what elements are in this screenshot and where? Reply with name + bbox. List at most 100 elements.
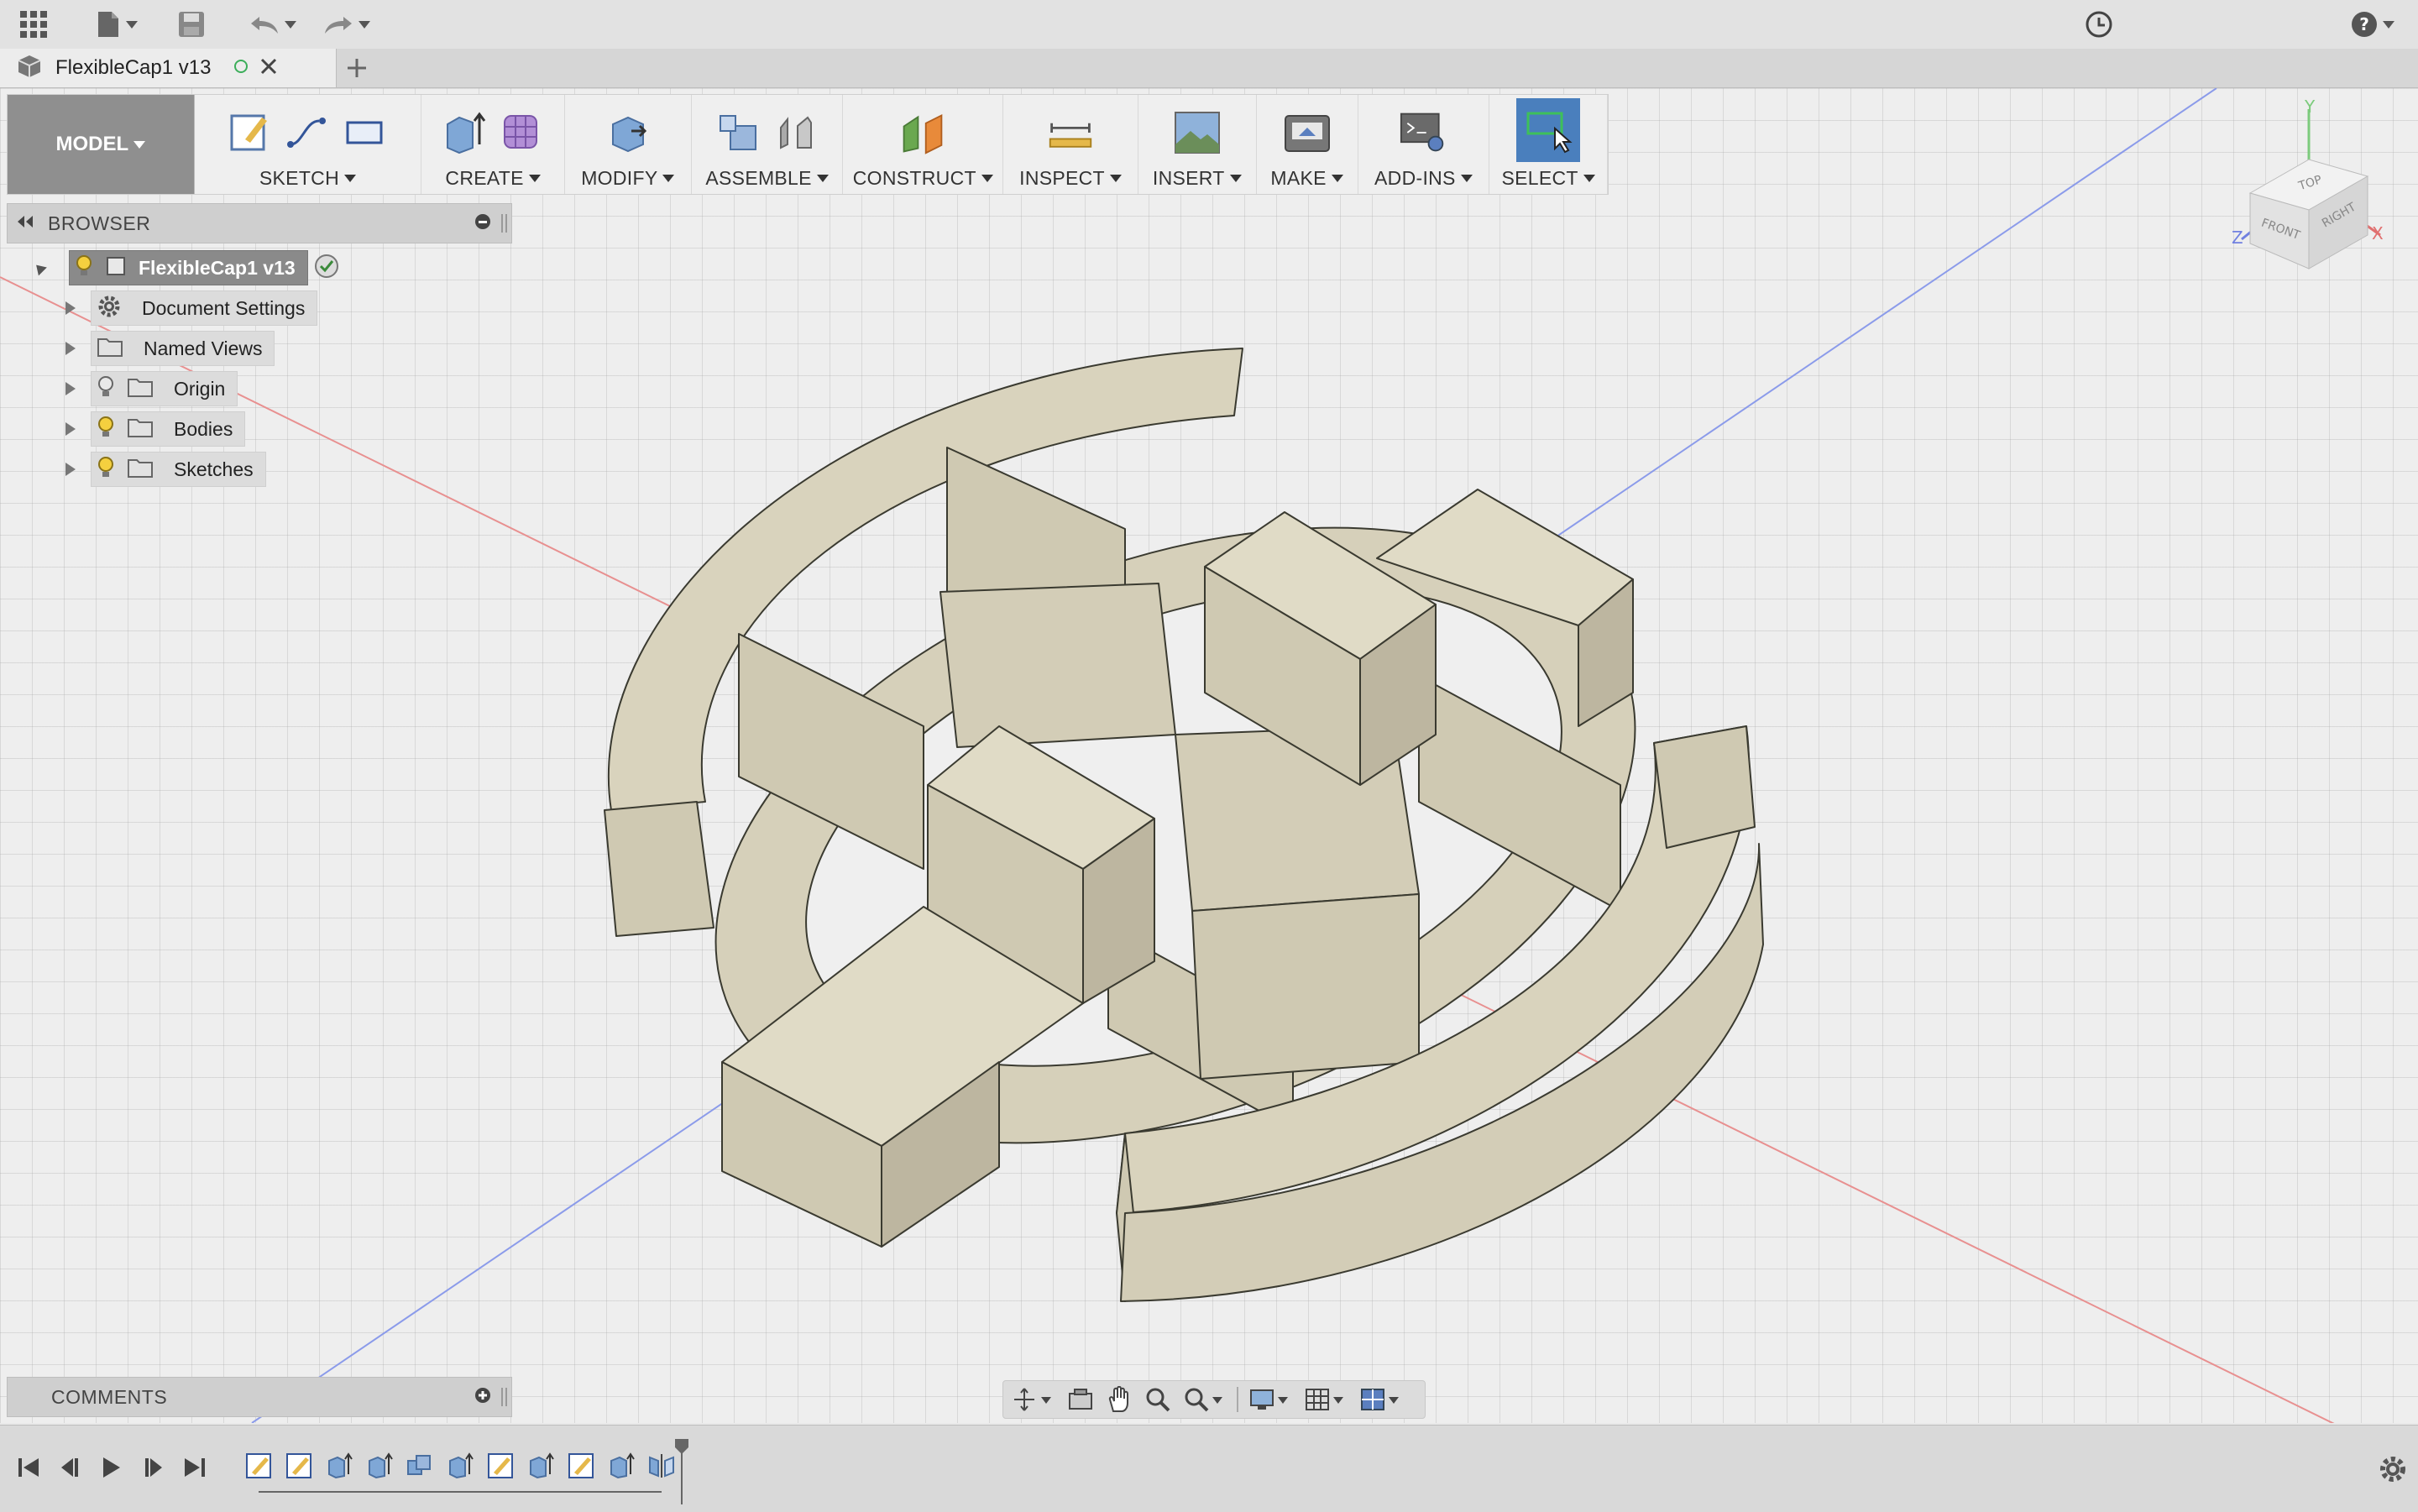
browser-item-label: Origin xyxy=(174,377,226,400)
line-tool-icon[interactable] xyxy=(284,109,331,156)
timeline-bar xyxy=(0,1425,2418,1512)
play-icon[interactable] xyxy=(94,1451,128,1484)
browser-item-label: Document Settings xyxy=(142,296,306,319)
browser-item-named-views[interactable]: Named Views xyxy=(65,331,275,366)
timeline-combine-icon[interactable] xyxy=(405,1451,435,1481)
document-tab[interactable]: FlexibleCap1 v13 xyxy=(0,49,337,87)
sketch-group[interactable]: SKETCH xyxy=(195,95,422,194)
root-node[interactable]: FlexibleCap1 v13 xyxy=(69,250,308,285)
measure-icon[interactable] xyxy=(1047,109,1094,156)
visibility-bulb-icon[interactable] xyxy=(97,416,115,443)
help-icon[interactable]: ? xyxy=(2346,8,2400,40)
timeline-marker[interactable] xyxy=(675,1439,688,1504)
document-settings-node[interactable]: Document Settings xyxy=(91,290,318,326)
app-grid-icon[interactable] xyxy=(15,8,52,40)
active-check-icon[interactable] xyxy=(313,253,340,284)
assemble-group[interactable]: ASSEMBLE xyxy=(692,95,844,194)
orbit-icon[interactable] xyxy=(1010,1384,1057,1415)
named-views-node[interactable]: Named Views xyxy=(91,331,275,366)
create-group[interactable]: CREATE xyxy=(421,95,565,194)
timeline-extrude-icon[interactable] xyxy=(606,1451,636,1481)
browser-item-origin[interactable]: Origin xyxy=(65,371,238,406)
inspect-group[interactable]: INSPECT xyxy=(1003,95,1138,194)
timeline-sketch-icon[interactable] xyxy=(566,1451,596,1481)
browser-item-bodies[interactable]: Bodies xyxy=(65,411,246,447)
browser-minimize-icon[interactable] xyxy=(474,213,491,234)
timeline-sketch-icon[interactable] xyxy=(485,1451,516,1481)
make-group[interactable]: MAKE xyxy=(1257,95,1358,194)
expand-icon[interactable] xyxy=(65,422,76,436)
expand-icon[interactable] xyxy=(65,342,76,355)
insert-image-icon[interactable] xyxy=(1174,109,1221,156)
browser-panel-header[interactable]: BROWSER xyxy=(7,203,512,243)
create-form-icon[interactable] xyxy=(498,109,545,156)
collapse-browser-icon[interactable] xyxy=(16,215,34,232)
viewcube-x-label: X xyxy=(2372,223,2384,243)
select-tool-icon[interactable] xyxy=(1516,98,1581,162)
undo-icon[interactable] xyxy=(243,8,302,40)
insert-group[interactable]: INSERT xyxy=(1138,95,1257,194)
comments-panel-header[interactable]: COMMENTS xyxy=(7,1377,512,1417)
add-ins-group-label: ADD-INS xyxy=(1374,167,1473,190)
press-pull-icon[interactable] xyxy=(604,109,652,156)
sketches-node[interactable]: Sketches xyxy=(91,452,266,487)
create-sketch-icon[interactable] xyxy=(227,109,274,156)
pan-hand-icon[interactable] xyxy=(1104,1384,1134,1415)
construct-group[interactable]: CONSTRUCT xyxy=(843,95,1004,194)
zoom-icon[interactable] xyxy=(1143,1384,1173,1415)
folder-icon xyxy=(127,376,154,402)
bodies-node[interactable]: Bodies xyxy=(91,411,246,447)
add-comment-icon[interactable] xyxy=(474,1387,491,1408)
visibility-bulb-icon[interactable] xyxy=(97,456,115,484)
redo-icon[interactable] xyxy=(317,8,376,40)
new-component-icon[interactable] xyxy=(715,109,762,156)
origin-node[interactable]: Origin xyxy=(91,371,238,406)
timeline-settings-gear-icon[interactable] xyxy=(2376,1452,2410,1486)
expand-icon[interactable] xyxy=(65,382,76,395)
timeline-extrude-icon[interactable] xyxy=(445,1451,475,1481)
grid-settings-icon[interactable] xyxy=(1302,1384,1349,1415)
browser-item-document-settings[interactable]: Document Settings xyxy=(65,290,318,326)
expand-icon[interactable] xyxy=(65,463,76,476)
scripts-add-ins-icon[interactable] xyxy=(1400,109,1447,156)
step-back-icon[interactable] xyxy=(54,1451,87,1484)
timeline-mirror-icon[interactable] xyxy=(646,1451,677,1481)
job-status-clock-icon[interactable] xyxy=(2082,8,2116,40)
close-tab-icon[interactable] xyxy=(259,57,278,80)
browser-resize-handle[interactable] xyxy=(501,214,507,233)
visibility-bulb-icon[interactable] xyxy=(75,254,93,282)
expand-icon[interactable] xyxy=(65,301,76,315)
go-to-end-icon[interactable] xyxy=(178,1451,212,1484)
workspace-switcher-button[interactable]: MODEL xyxy=(8,95,195,194)
timeline-sketch-icon[interactable] xyxy=(284,1451,314,1481)
go-to-start-icon[interactable] xyxy=(12,1451,45,1484)
timeline-sketch-icon[interactable] xyxy=(243,1451,274,1481)
3d-viewport[interactable]: TOP FRONT RIGHT Y X Z xyxy=(0,88,2418,1423)
display-settings-icon[interactable] xyxy=(1247,1384,1294,1415)
modify-group[interactable]: MODIFY xyxy=(565,95,692,194)
view-cube[interactable]: TOP FRONT RIGHT Y X Z xyxy=(2216,92,2384,277)
joint-icon[interactable] xyxy=(772,109,819,156)
step-forward-icon[interactable] xyxy=(136,1451,170,1484)
file-menu-icon[interactable] xyxy=(87,8,146,40)
select-group[interactable]: SELECT xyxy=(1489,95,1609,194)
timeline-extrude-icon[interactable] xyxy=(324,1451,354,1481)
viewports-icon[interactable] xyxy=(1358,1384,1405,1415)
fit-zoom-icon[interactable] xyxy=(1181,1384,1228,1415)
browser-root-row[interactable]: FlexibleCap1 v13 xyxy=(32,250,340,285)
look-at-icon[interactable] xyxy=(1065,1384,1096,1415)
visibility-bulb-icon[interactable] xyxy=(97,375,115,403)
timeline-extrude-icon[interactable] xyxy=(364,1451,395,1481)
expand-root-icon[interactable] xyxy=(32,260,47,275)
browser-item-sketches[interactable]: Sketches xyxy=(65,452,266,487)
workspace-label: MODEL xyxy=(55,133,129,155)
save-icon[interactable] xyxy=(175,8,208,40)
offset-plane-icon[interactable] xyxy=(899,109,946,156)
timeline-extrude-icon[interactable] xyxy=(526,1451,556,1481)
new-tab-icon[interactable] xyxy=(343,54,371,82)
rectangle-tool-icon[interactable] xyxy=(341,109,388,156)
add-ins-group[interactable]: ADD-INS xyxy=(1358,95,1490,194)
comments-resize-handle[interactable] xyxy=(501,1388,507,1406)
3d-print-icon[interactable] xyxy=(1284,109,1331,156)
extrude-icon[interactable] xyxy=(441,109,488,156)
